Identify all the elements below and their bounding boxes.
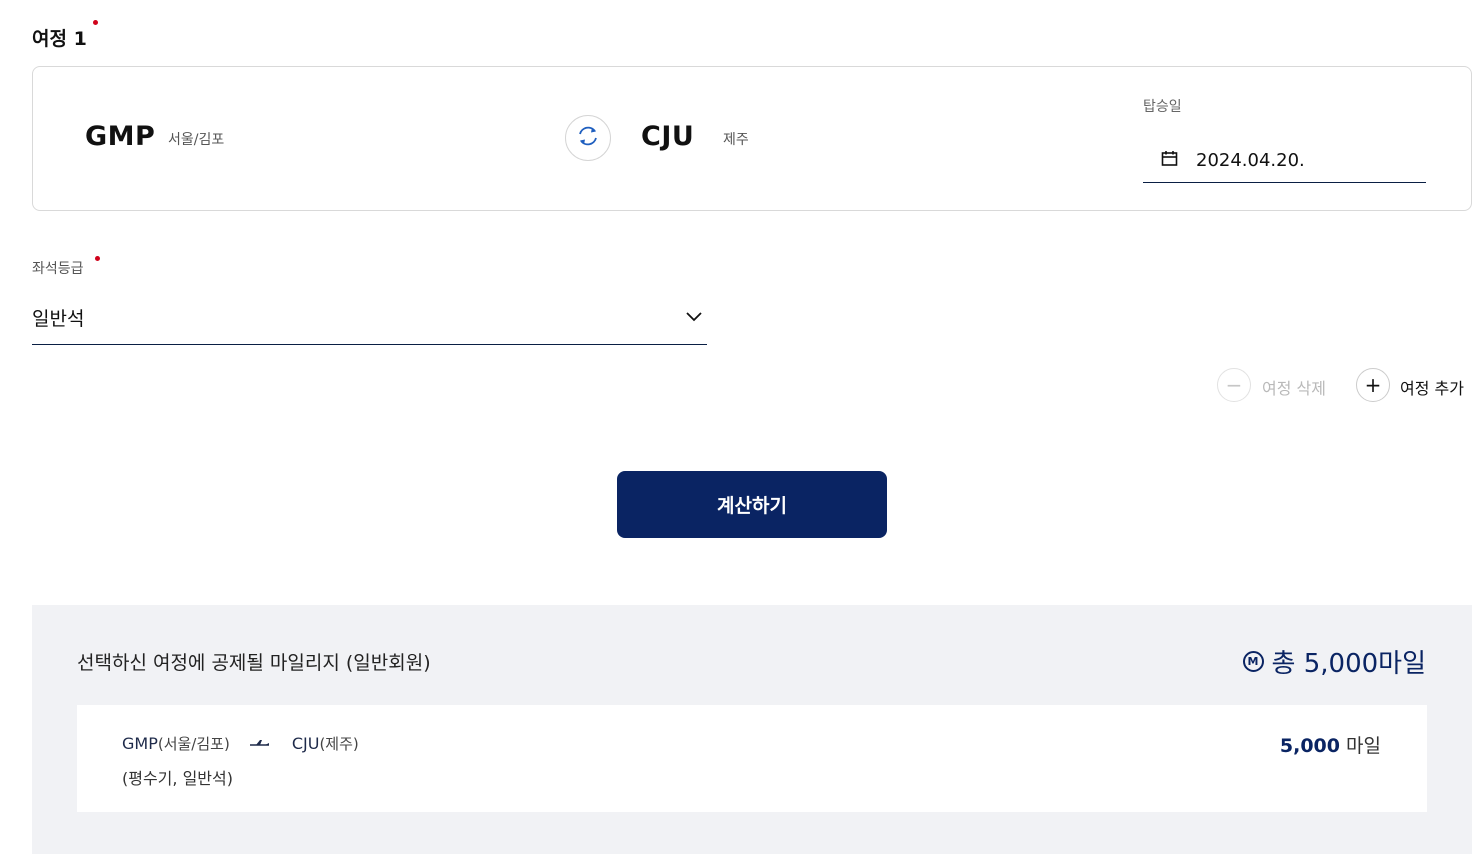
result-title: 선택하신 여정에 공제될 마일리지 (일반회원) (77, 652, 431, 674)
seat-class-label: 좌석등급 (32, 261, 84, 277)
total-miles: M 총 5,000마일 (1242, 643, 1426, 680)
route-detail-box (77, 705, 1427, 812)
plus-icon: + (1364, 373, 1382, 397)
mileage-icon: M (1242, 651, 1264, 672)
seat-class-value: 일반석 (32, 308, 85, 330)
route-note: (평수기, 일반석) (122, 769, 233, 788)
date-label: 탑승일 (1143, 99, 1182, 115)
route-miles-value: 5,000 (1279, 735, 1340, 757)
journey-title: 여정 1 (32, 24, 87, 51)
total-miles-text: 총 5,000마일 (1271, 649, 1426, 679)
departure-date-field[interactable]: 2024.04.20. (1143, 139, 1426, 183)
airplane-icon (249, 739, 270, 749)
origin-code[interactable]: GMP (85, 121, 155, 152)
add-journey-label[interactable]: 여정 추가 (1400, 375, 1464, 399)
from-city: (서울/김포) (157, 735, 230, 753)
swap-arrows-icon (575, 123, 601, 153)
to-code: CJU (291, 734, 320, 753)
origin-city: 서울/김포 (168, 132, 225, 148)
seat-required-indicator (95, 256, 100, 261)
remove-journey-button[interactable]: − (1217, 368, 1251, 402)
from-code: GMP (122, 734, 158, 753)
chevron-down-icon (685, 308, 703, 327)
remove-journey-label[interactable]: 여정 삭제 (1262, 375, 1326, 399)
seat-class-select[interactable]: 일반석 (32, 296, 707, 345)
calculate-button[interactable]: 계산하기 (617, 471, 887, 538)
swap-route-button[interactable] (565, 115, 611, 161)
destination-city: 제주 (723, 132, 749, 148)
route-miles: 5,000 마일 (1280, 731, 1381, 758)
route-miles-unit: 마일 (1346, 735, 1381, 757)
destination-code[interactable]: CJU (641, 121, 694, 152)
calendar-icon (1161, 150, 1178, 171)
required-indicator (93, 20, 98, 25)
add-journey-button[interactable]: + (1356, 368, 1390, 402)
date-value: 2024.04.20. (1196, 150, 1305, 171)
minus-icon: − (1225, 373, 1243, 397)
to-city: (제주) (319, 735, 359, 753)
journey-title-text: 여정 1 (32, 28, 87, 50)
route-summary: GMP (서울/김포) CJU (제주) (122, 733, 359, 754)
